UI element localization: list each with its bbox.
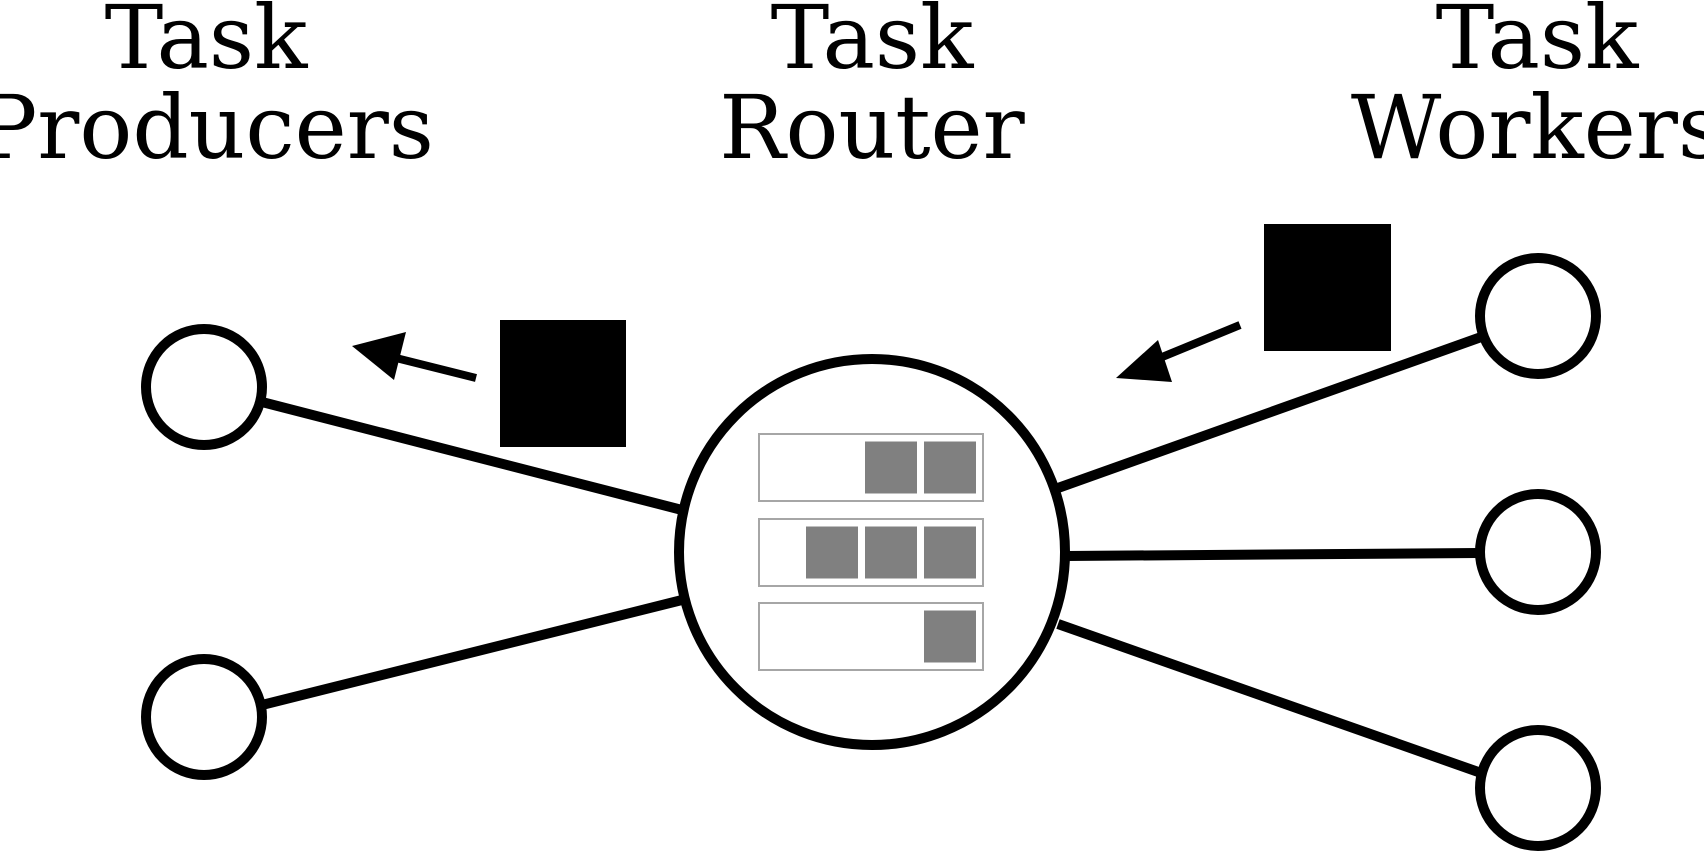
link-producer-2 xyxy=(260,595,684,710)
heading-producers-line2: Producers xyxy=(0,76,434,179)
arrowhead-left-icon xyxy=(352,332,406,380)
queued-task xyxy=(865,441,917,494)
worker-node-3 xyxy=(1475,725,1601,851)
arrow-shaft-right xyxy=(1148,321,1242,366)
producer-node-2 xyxy=(141,654,267,780)
link-worker-3 xyxy=(1056,619,1486,779)
task-block-right xyxy=(1264,224,1391,351)
task-to-router xyxy=(1116,224,1391,382)
queued-task xyxy=(924,441,976,494)
heading-workers-line2: Workers xyxy=(1351,76,1704,179)
heading-router-line2: Router xyxy=(719,76,1025,179)
link-worker-1 xyxy=(1056,331,1486,493)
queued-task xyxy=(806,526,858,579)
task-to-producer xyxy=(352,320,626,447)
queued-task xyxy=(924,610,976,663)
link-worker-2 xyxy=(1065,548,1479,561)
heading-router: Task Router xyxy=(719,0,1025,179)
queued-task xyxy=(924,526,976,579)
queued-task xyxy=(865,526,917,579)
heading-producers: Task Producers xyxy=(0,0,434,179)
task-block-left xyxy=(500,320,626,447)
arrow-shaft-left xyxy=(391,353,477,382)
arrowhead-right-icon xyxy=(1116,340,1172,382)
worker-node-2 xyxy=(1475,489,1601,615)
producer-node-1 xyxy=(141,324,267,450)
router-queues xyxy=(758,433,984,671)
worker-node-1 xyxy=(1475,253,1601,379)
heading-workers: Task Workers xyxy=(1351,0,1704,179)
task-routing-diagram: Task Producers Task Router Task Workers xyxy=(0,0,1704,851)
